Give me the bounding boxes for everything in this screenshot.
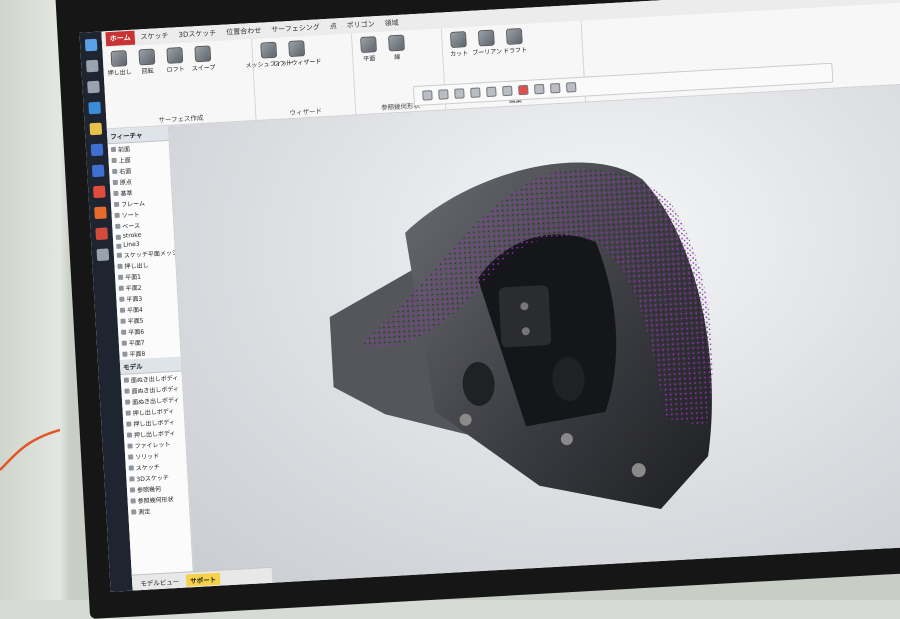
ribbon-tool-button[interactable]: スイープ: [189, 45, 216, 72]
ribbon-tab[interactable]: 3Dスケッチ: [174, 26, 221, 43]
tool-icon: [194, 45, 212, 63]
view-render-icon[interactable]: [565, 82, 577, 93]
cad-app-icon[interactable]: [94, 206, 107, 220]
app-icon[interactable]: [95, 227, 109, 241]
ribbon-tab[interactable]: ポリゴン: [342, 17, 379, 33]
edge-icon[interactable]: [88, 101, 101, 115]
ribbon-tool-button[interactable]: 線: [383, 34, 410, 61]
ribbon-tools: カット ブーリアン ドラフト: [445, 25, 579, 58]
view-section-icon[interactable]: [486, 86, 497, 98]
store-icon[interactable]: [90, 143, 104, 157]
ribbon-tool-button[interactable]: 回転: [133, 48, 160, 75]
tool-icon: [505, 27, 523, 45]
tool-icon: [260, 41, 278, 59]
tool-icon: [138, 48, 156, 66]
monitor-bezel: ホーム スケッチ 3Dスケッチ 位置合わせ サーフェシング点ポリゴン 領域 押し出し 回転ロ…: [55, 0, 900, 619]
ribbon-tool-button[interactable]: カット: [445, 31, 472, 58]
view-cylinder-icon[interactable]: [454, 88, 465, 99]
tool-label: ドラフト: [502, 46, 528, 56]
tool-label: ブーリアン: [472, 48, 503, 57]
ribbon-tools: 平面 線: [355, 33, 439, 64]
start-icon[interactable]: [84, 38, 98, 52]
search-icon[interactable]: [85, 59, 99, 73]
tool-icon: [388, 34, 405, 52]
model-tree-list: 面ぬき出しボディ 面ぬき出しボディ 面ぬき出しボディ 押し出しボディ 押し出しボディ 押し…: [121, 372, 190, 518]
tool-icon: [288, 40, 306, 58]
view-box-icon[interactable]: [470, 87, 481, 98]
ribbon-tab[interactable]: 領域: [380, 16, 403, 31]
ribbon-tools: メッシュフィット ロフトウィザード: [245, 38, 349, 69]
view-cube-icon[interactable]: [438, 89, 449, 100]
ribbon-tools: 押し出し 回転 ロフト スイープ: [105, 43, 249, 77]
view-highlight-icon[interactable]: [518, 84, 529, 96]
tool-icon: [166, 46, 184, 64]
mail-icon[interactable]: [91, 164, 105, 178]
tool-label: スイープ: [191, 64, 216, 73]
ribbon-tool-button[interactable]: ロフト: [161, 46, 188, 74]
ribbon-tab[interactable]: 点: [325, 19, 341, 34]
cad-application-window: ホーム スケッチ 3Dスケッチ 位置合わせ サーフェシング点ポリゴン 領域 押し出し 回転ロ…: [79, 0, 900, 592]
taskview-icon[interactable]: [87, 80, 100, 94]
ribbon-group: メッシュフィット ロフトウィザード ウィザード: [245, 33, 357, 121]
ribbon-tool-button[interactable]: 押し出し: [105, 50, 132, 77]
chrome-icon[interactable]: [93, 185, 106, 199]
bottom-tab[interactable]: モデルビュー: [136, 574, 184, 589]
tool-icon: [110, 50, 128, 67]
ribbon-tab[interactable]: ホーム: [105, 30, 135, 47]
settings-icon[interactable]: [96, 248, 110, 262]
view-sphere-icon[interactable]: [422, 90, 433, 101]
ribbon-group: 押し出し 回転 ロフト スイープ サーフェス作成: [102, 39, 257, 130]
bottom-tab[interactable]: サポート: [185, 572, 221, 587]
tool-label: 押し出し: [107, 68, 132, 78]
ribbon-tab[interactable]: スケッチ: [136, 29, 173, 45]
tool-label: ロフト: [166, 65, 185, 74]
folder-icon[interactable]: [89, 122, 103, 136]
ribbon-tool-button[interactable]: ブーリアン: [472, 29, 503, 57]
ribbon-tab[interactable]: 位置合わせ: [222, 23, 266, 39]
view-pointer-icon[interactable]: [549, 82, 561, 94]
tool-label: カット: [450, 50, 469, 59]
scanned-part-model[interactable]: [169, 83, 900, 588]
tool-icon: [449, 31, 467, 48]
tool-label: ロフトウィザード: [273, 58, 322, 68]
ribbon-tool-button[interactable]: ドラフト: [501, 27, 528, 56]
ribbon-tool-button[interactable]: ロフトウィザード: [273, 40, 322, 68]
tool-label: 線: [394, 53, 401, 62]
feature-tree-list: 前面 上面 右面 原点 基準 フレーム ソート ベース stroke Line3 スケッチ平面メッシ…: [108, 141, 184, 360]
orange-cable: [0, 428, 60, 471]
tool-icon: [477, 29, 495, 47]
tool-label: 回転: [141, 67, 154, 76]
ribbon-tool-button[interactable]: 平面: [355, 36, 382, 63]
view-hide-icon[interactable]: [534, 83, 545, 95]
3d-viewport[interactable]: [168, 82, 900, 588]
view-flag-icon[interactable]: [502, 85, 513, 97]
model-tree-item[interactable]: 測定: [128, 503, 190, 517]
tool-label: 平面: [363, 55, 376, 63]
tool-icon: [360, 36, 377, 54]
